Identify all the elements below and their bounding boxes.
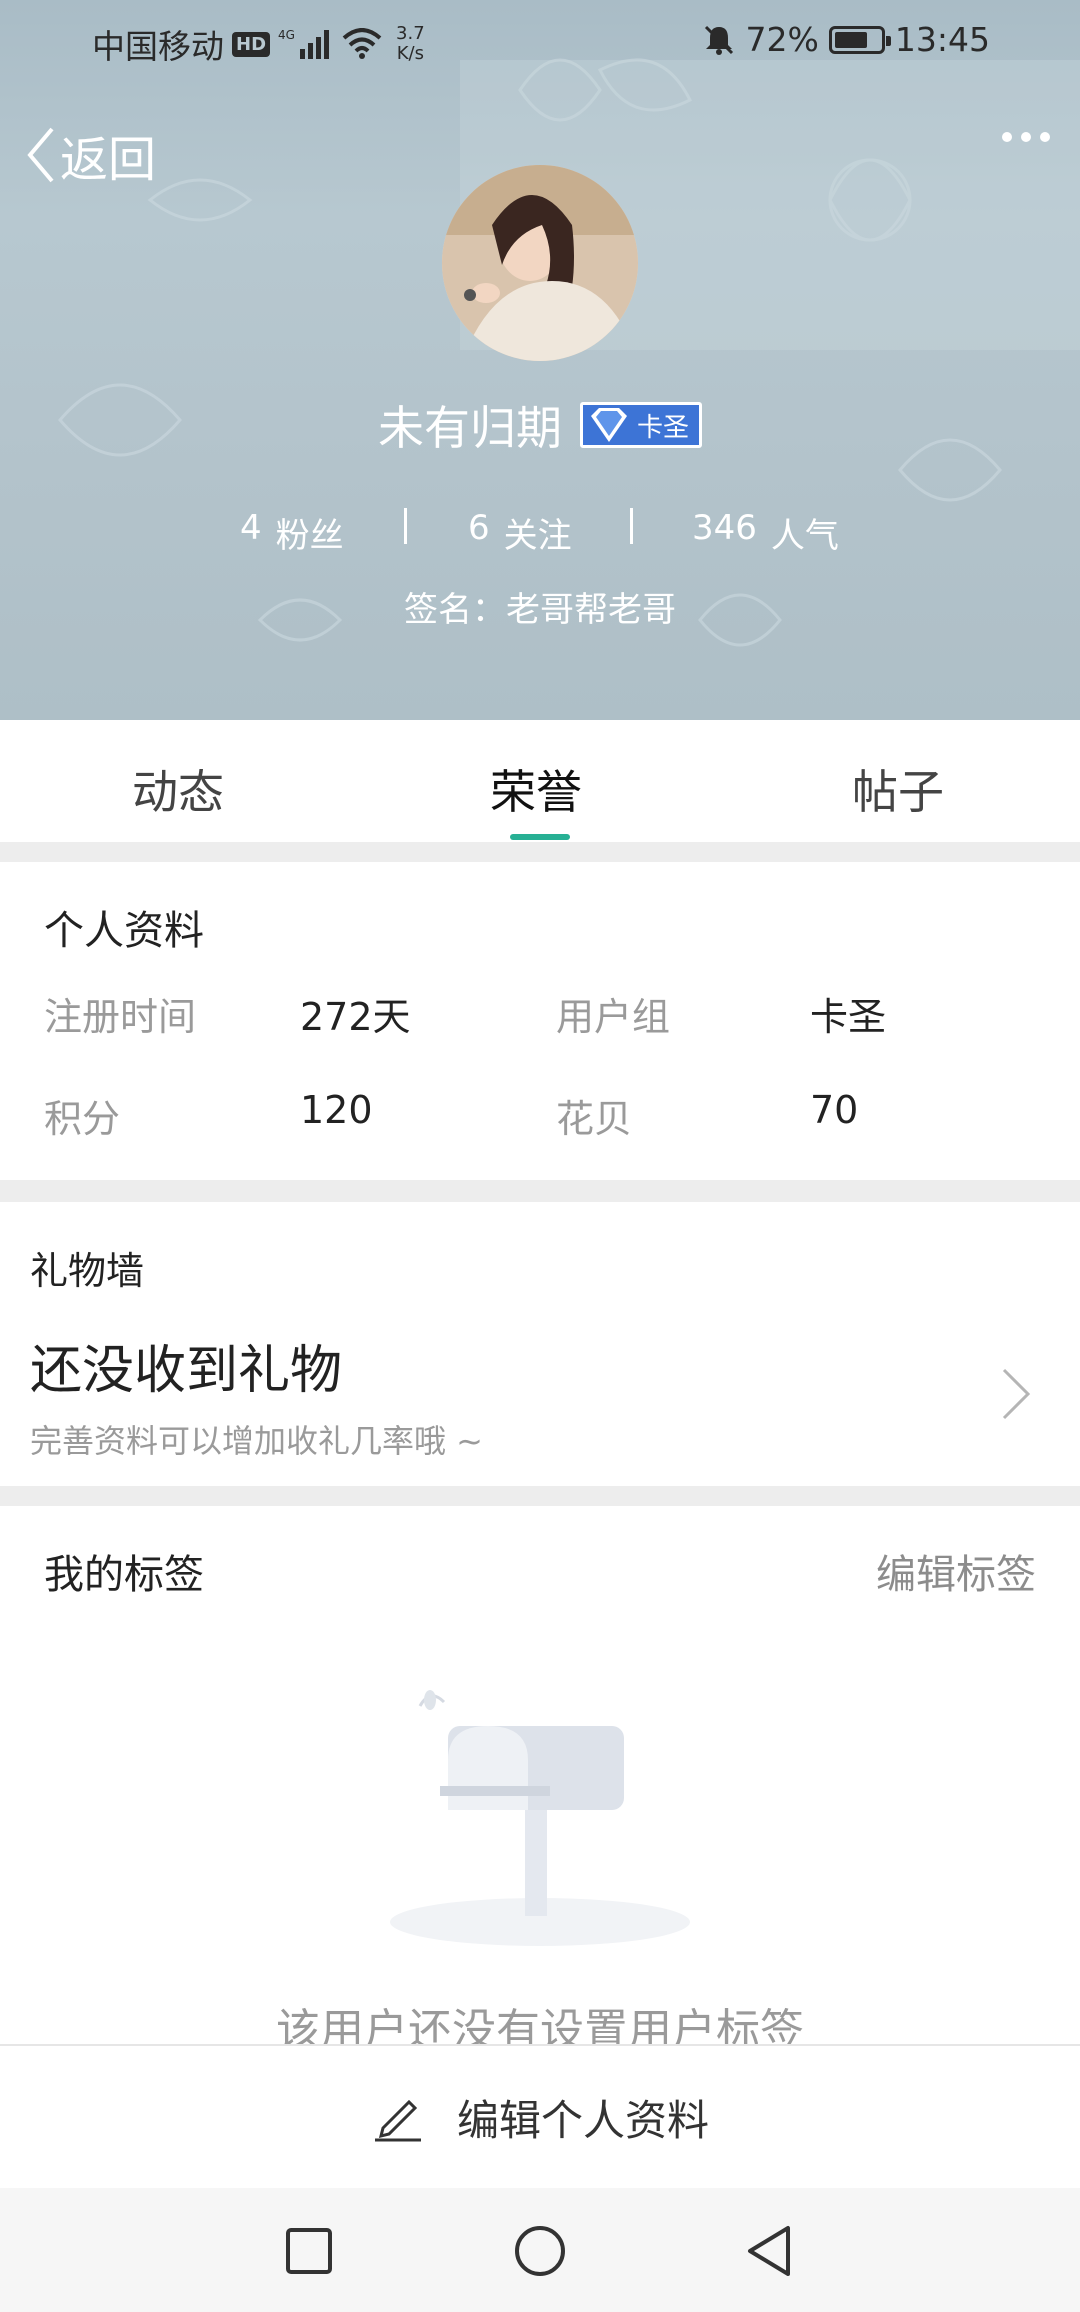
tab-activity[interactable]: 动态 [132,756,224,822]
tab-posts[interactable]: 帖子 [852,756,944,822]
stat-divider [630,508,633,544]
gift-hint: 完善资料可以增加收礼几率哦 ~ [30,1422,483,1460]
shells-label: 花贝 [556,1097,633,1141]
more-dot-icon [1002,132,1012,142]
avatar-photo [442,165,638,361]
user-group-label: 用户组 [556,995,671,1039]
hd-icon: HD [232,31,271,57]
more-dot-icon [1040,132,1050,142]
stat-divider [404,508,407,544]
following-count: 6 [468,508,490,548]
clock: 13:45 [894,20,990,59]
network-speed: 3.7 K/s [396,24,425,64]
back-label: 返回 [60,132,157,188]
edit-tags-link[interactable]: 编辑标签 [876,1542,1036,1600]
profile-tabs: 动态 荣誉 帖子 [0,720,1080,842]
register-time-label: 注册时间 [44,995,197,1039]
stats-row: 4 粉丝 6 关注 346 人气 [0,500,1080,560]
profile-page: 中国移动 HD 4G 3.7 K/s 72% 13:45 返回 未有归期 卡圣 … [0,0,1080,2312]
network-type-label: 4G [278,28,295,42]
popularity-label: 人气 [770,516,839,556]
chevron-left-icon [27,127,54,183]
empty-mailbox-illustration [390,1690,690,1946]
recent-apps-button[interactable] [274,2216,344,2286]
profile-header: 中国移动 HD 4G 3.7 K/s 72% 13:45 返回 未有归期 卡圣 … [0,0,1080,720]
back-button[interactable]: 返回 [26,120,156,190]
my-tags-card: 我的标签 编辑标签 该用户还没有设置用户标签 [0,1506,1080,2056]
edit-profile-label: 编辑个人资料 [456,2095,709,2145]
wifi-icon [342,28,382,59]
status-bar: 中国移动 HD 4G 3.7 K/s 72% 13:45 [0,0,1080,80]
register-time-value: 272天 [300,995,411,1039]
edit-profile-button[interactable]: 编辑个人资料 [0,2044,1080,2188]
tab-honors[interactable]: 荣誉 [490,756,582,822]
pencil-icon [374,2099,421,2142]
diamond-icon [590,408,627,442]
followers-stat[interactable]: 4 粉丝 [240,508,344,557]
gift-wall-card[interactable]: 礼物墙 还没收到礼物 完善资料可以增加收礼几率哦 ~ [0,1202,1080,1486]
network-speed-unit: K/s [396,43,424,64]
gift-empty-title: 还没收到礼物 [30,1341,343,1401]
username-row: 未有归期 卡圣 [0,392,1080,458]
signature: 签名：老哥帮老哥 [404,590,676,630]
battery-fill [834,31,867,48]
active-tab-indicator [510,834,570,840]
battery-icon [828,25,891,54]
points-label: 积分 [44,1097,121,1141]
back-nav-button[interactable] [736,2216,806,2286]
following-label: 关注 [503,516,572,556]
avatar[interactable] [442,165,638,361]
network-speed-value: 3.7 [396,23,425,44]
personal-info-card: 个人资料 注册时间 272天 用户组 卡圣 积分 120 花贝 70 [0,862,1080,1180]
popularity-stat: 346 人气 [692,508,839,557]
user-group-badge: 卡圣 [579,402,702,448]
badge-label: 卡圣 [636,412,689,443]
more-options-button[interactable] [1002,132,1050,142]
following-stat[interactable]: 6 关注 [468,508,572,557]
username: 未有归期 [377,401,562,455]
chevron-right-icon [1002,1368,1031,1420]
more-dot-icon [1021,132,1031,142]
my-tags-title: 我的标签 [44,1552,204,1598]
carrier-label: 中国移动 [92,27,224,66]
personal-info-title: 个人资料 [44,908,204,954]
user-group-value: 卡圣 [810,995,887,1039]
points-value: 120 [300,1088,373,1132]
shells-value: 70 [810,1088,859,1132]
home-button[interactable] [505,2216,575,2286]
followers-label: 粉丝 [275,516,344,556]
signal-icon: 4G [278,28,330,59]
popularity-count: 346 [692,508,757,548]
system-navigation-bar [0,2188,1080,2312]
mute-bell-icon [704,25,733,55]
followers-count: 4 [240,508,262,548]
battery-percent: 72% [745,20,819,59]
gift-wall-title: 礼物墙 [30,1249,145,1293]
